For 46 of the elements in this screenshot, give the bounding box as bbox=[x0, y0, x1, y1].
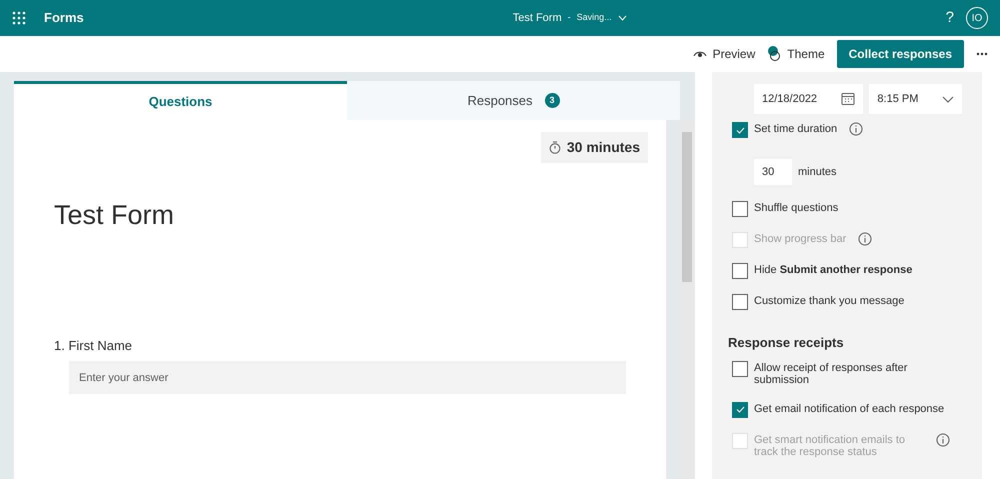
tab[interactable]: Questions bbox=[14, 81, 347, 120]
checkbox[interactable] bbox=[732, 402, 748, 418]
app-name: Forms bbox=[44, 9, 84, 28]
form-title: Test Form bbox=[53, 199, 176, 232]
checkbox[interactable] bbox=[732, 263, 748, 279]
section-heading: Response receipts bbox=[728, 334, 845, 352]
form-title: Test Form bbox=[512, 10, 562, 26]
question-label: 1. First Name bbox=[54, 336, 134, 354]
checkmark-icon bbox=[736, 126, 744, 134]
chevron-down-icon bbox=[942, 96, 954, 102]
setting-label: Customize thank you message bbox=[754, 295, 904, 308]
duration-field[interactable]: 30 bbox=[754, 159, 792, 185]
setting-label: Get smart notification emails to track the response status bbox=[754, 434, 906, 460]
calendar-icon[interactable] bbox=[841, 92, 856, 106]
separator: - bbox=[568, 11, 571, 24]
setting-label: Allow receipt of responses after submission bbox=[754, 362, 908, 387]
palette-icon bbox=[767, 46, 782, 62]
setting-label: Get email notification of each response bbox=[754, 402, 944, 416]
checkbox[interactable] bbox=[732, 360, 748, 376]
scrollbar[interactable] bbox=[680, 120, 694, 479]
unit-label: minutes bbox=[798, 166, 837, 178]
collect-responses-button[interactable]: Collect responses bbox=[836, 40, 964, 68]
checkbox[interactable] bbox=[732, 201, 748, 217]
checkbox[interactable] bbox=[732, 294, 748, 310]
more-icon[interactable] bbox=[976, 52, 988, 56]
setting-label: Show progress bar bbox=[754, 233, 846, 246]
preview-button[interactable]: Preview bbox=[692, 45, 756, 63]
time-dropdown[interactable]: 8:15 PM bbox=[869, 84, 962, 114]
date-field[interactable]: 12/18/2022 bbox=[754, 84, 864, 114]
setting-label: Hide Submit another response bbox=[754, 264, 912, 277]
chevron-down-icon[interactable] bbox=[618, 15, 627, 21]
count-badge: 3 bbox=[544, 93, 560, 108]
app-launcher-icon[interactable] bbox=[12, 11, 26, 25]
stopwatch-icon bbox=[548, 141, 561, 154]
timer-badge: 30 minutes bbox=[540, 132, 648, 163]
checkbox[interactable] bbox=[732, 122, 748, 138]
theme-button[interactable]: Theme bbox=[767, 45, 825, 63]
help-button[interactable]: ? bbox=[946, 6, 954, 30]
setting-label: Set time duration bbox=[754, 123, 838, 136]
save-status: Saving... bbox=[576, 11, 612, 24]
avatar[interactable]: IO bbox=[966, 7, 988, 29]
setting-label: Shuffle questions bbox=[754, 202, 838, 215]
tab[interactable]: Responses 3 bbox=[347, 81, 680, 120]
checkmark-icon bbox=[736, 406, 744, 414]
eye-icon bbox=[692, 49, 707, 59]
answer-field[interactable]: Enter your answer bbox=[69, 361, 626, 394]
